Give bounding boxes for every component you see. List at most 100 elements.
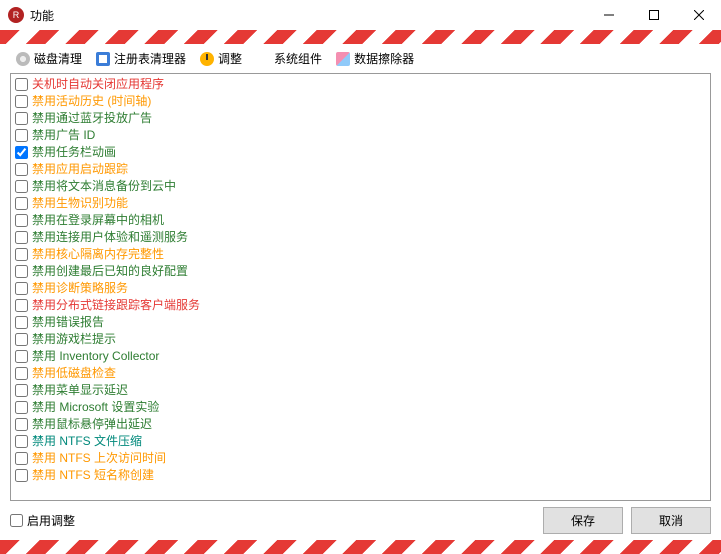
adjust-icon (200, 52, 214, 66)
hazard-stripe-bottom (0, 540, 721, 554)
list-item[interactable]: 禁用广告 ID (13, 127, 708, 144)
list-item-checkbox[interactable] (15, 418, 28, 431)
list-item[interactable]: 禁用创建最后已知的良好配置 (13, 263, 708, 280)
list-item[interactable]: 禁用连接用户体验和遥测服务 (13, 229, 708, 246)
list-item-label: 禁用 NTFS 文件压缩 (32, 433, 142, 450)
options-list[interactable]: 关机时自动关闭应用程序禁用活动历史 (时间轴)禁用通过蓝牙投放广告禁用广告 ID… (11, 74, 710, 500)
list-item-checkbox[interactable] (15, 384, 28, 397)
list-item[interactable]: 禁用 NTFS 文件压缩 (13, 433, 708, 450)
list-item-checkbox[interactable] (15, 146, 28, 159)
list-item[interactable]: 禁用分布式链接跟踪客户端服务 (13, 297, 708, 314)
list-item-label: 禁用游戏栏提示 (32, 331, 116, 348)
list-item[interactable]: 禁用游戏栏提示 (13, 331, 708, 348)
list-item[interactable]: 禁用低磁盘检查 (13, 365, 708, 382)
list-item-checkbox[interactable] (15, 350, 28, 363)
list-item-label: 禁用通过蓝牙投放广告 (32, 110, 152, 127)
list-item-label: 禁用 NTFS 上次访问时间 (32, 450, 166, 467)
list-item-checkbox[interactable] (15, 180, 28, 193)
list-item-checkbox[interactable] (15, 197, 28, 210)
list-item-label: 禁用 Microsoft 设置实验 (32, 399, 159, 416)
list-item-checkbox[interactable] (15, 95, 28, 108)
list-item-label: 禁用菜单显示延迟 (32, 382, 128, 399)
app-icon: R (8, 7, 24, 23)
footer: 启用调整 保存 取消 (0, 501, 721, 540)
list-item-label: 禁用广告 ID (32, 127, 95, 144)
list-item-checkbox[interactable] (15, 129, 28, 142)
list-item[interactable]: 禁用 Microsoft 设置实验 (13, 399, 708, 416)
list-item-checkbox[interactable] (15, 367, 28, 380)
list-item[interactable]: 禁用活动历史 (时间轴) (13, 93, 708, 110)
list-item-label: 禁用诊断策略服务 (32, 280, 128, 297)
list-item-checkbox[interactable] (15, 435, 28, 448)
close-button[interactable] (676, 0, 721, 30)
list-item-label: 禁用核心隔离内存完整性 (32, 246, 164, 263)
list-item-label: 禁用在登录屏幕中的相机 (32, 212, 164, 229)
list-item-checkbox[interactable] (15, 112, 28, 125)
windows-icon (256, 52, 270, 66)
list-item-label: 禁用低磁盘检查 (32, 365, 116, 382)
list-item-checkbox[interactable] (15, 333, 28, 346)
list-item[interactable]: 禁用菜单显示延迟 (13, 382, 708, 399)
list-item[interactable]: 禁用 Inventory Collector (13, 348, 708, 365)
list-item-checkbox[interactable] (15, 316, 28, 329)
list-item-label: 禁用 NTFS 短名称创建 (32, 467, 154, 484)
save-button[interactable]: 保存 (543, 507, 623, 534)
tool-adjust-label: 调整 (218, 50, 242, 67)
tool-system-label: 系统组件 (274, 50, 322, 67)
toolbar: 磁盘清理 注册表清理器 调整 系统组件 数据擦除器 (0, 44, 721, 73)
list-item-checkbox[interactable] (15, 282, 28, 295)
list-item-checkbox[interactable] (15, 452, 28, 465)
list-item[interactable]: 禁用生物识别功能 (13, 195, 708, 212)
list-item[interactable]: 禁用通过蓝牙投放广告 (13, 110, 708, 127)
tool-registry-cleaner[interactable]: 注册表清理器 (90, 48, 192, 69)
tool-system-components[interactable]: 系统组件 (250, 48, 328, 69)
list-item-checkbox[interactable] (15, 299, 28, 312)
enable-adjust-toggle[interactable]: 启用调整 (10, 512, 75, 529)
eraser-icon (336, 52, 350, 66)
list-item-checkbox[interactable] (15, 401, 28, 414)
cancel-button[interactable]: 取消 (631, 507, 711, 534)
minimize-button[interactable] (586, 0, 631, 30)
list-item[interactable]: 禁用错误报告 (13, 314, 708, 331)
list-item[interactable]: 禁用应用启动跟踪 (13, 161, 708, 178)
list-item[interactable]: 禁用诊断策略服务 (13, 280, 708, 297)
tool-data-eraser[interactable]: 数据擦除器 (330, 48, 420, 69)
hazard-stripe-top (0, 30, 721, 44)
enable-adjust-label: 启用调整 (27, 512, 75, 529)
list-item-checkbox[interactable] (15, 231, 28, 244)
list-item[interactable]: 禁用核心隔离内存完整性 (13, 246, 708, 263)
list-item-label: 禁用错误报告 (32, 314, 104, 331)
list-item-label: 禁用鼠标悬停弹出延迟 (32, 416, 152, 433)
list-item-checkbox[interactable] (15, 214, 28, 227)
list-item-label: 禁用 Inventory Collector (32, 348, 159, 365)
list-item[interactable]: 禁用将文本消息备份到云中 (13, 178, 708, 195)
list-item-label: 禁用连接用户体验和遥测服务 (32, 229, 188, 246)
window-title: 功能 (30, 7, 54, 24)
tool-registry-label: 注册表清理器 (114, 50, 186, 67)
enable-adjust-checkbox[interactable] (10, 514, 23, 527)
list-item-checkbox[interactable] (15, 469, 28, 482)
list-item[interactable]: 禁用在登录屏幕中的相机 (13, 212, 708, 229)
tool-disk-cleanup[interactable]: 磁盘清理 (10, 48, 88, 69)
list-item[interactable]: 禁用鼠标悬停弹出延迟 (13, 416, 708, 433)
tool-eraser-label: 数据擦除器 (354, 50, 414, 67)
disk-icon (16, 52, 30, 66)
list-item-label: 禁用生物识别功能 (32, 195, 128, 212)
list-item[interactable]: 禁用 NTFS 短名称创建 (13, 467, 708, 484)
list-item-checkbox[interactable] (15, 265, 28, 278)
list-item-label: 禁用任务栏动画 (32, 144, 116, 161)
maximize-button[interactable] (631, 0, 676, 30)
list-item[interactable]: 关机时自动关闭应用程序 (13, 76, 708, 93)
tool-adjust[interactable]: 调整 (194, 48, 248, 69)
registry-icon (96, 52, 110, 66)
list-item[interactable]: 禁用任务栏动画 (13, 144, 708, 161)
list-item-label: 禁用应用启动跟踪 (32, 161, 128, 178)
list-item-checkbox[interactable] (15, 163, 28, 176)
list-item-label: 关机时自动关闭应用程序 (32, 76, 164, 93)
list-item-label: 禁用将文本消息备份到云中 (32, 178, 176, 195)
list-item[interactable]: 禁用 NTFS 上次访问时间 (13, 450, 708, 467)
list-item-label: 禁用分布式链接跟踪客户端服务 (32, 297, 200, 314)
list-item-label: 禁用活动历史 (时间轴) (32, 93, 151, 110)
list-item-checkbox[interactable] (15, 78, 28, 91)
list-item-checkbox[interactable] (15, 248, 28, 261)
